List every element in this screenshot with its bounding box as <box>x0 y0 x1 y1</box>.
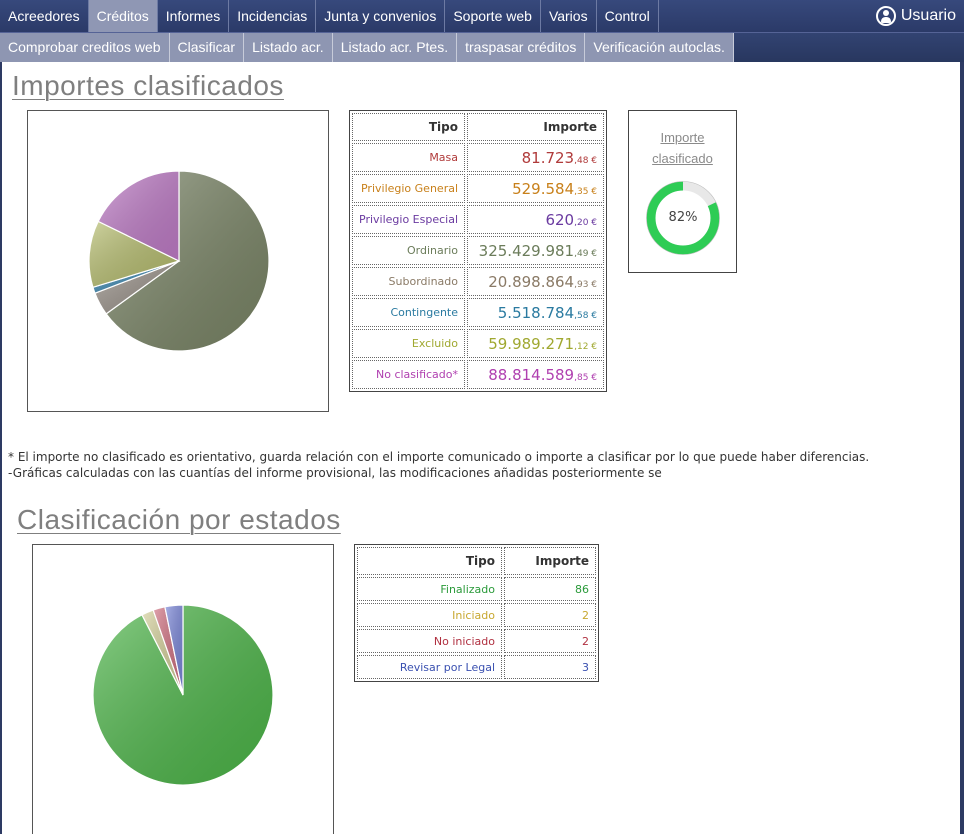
table-row: No iniciado 2 <box>357 629 596 653</box>
importes-pie-chart <box>88 170 270 352</box>
header-tipo: Tipo <box>357 547 502 575</box>
importe-whole: 81.723 <box>521 148 575 167</box>
top-nav-menu: Acreedores Créditos Informes Incidencias Jun… <box>0 0 964 32</box>
row-importe: 325.429.981,49 € <box>467 236 605 265</box>
importe-cents: ,20 € <box>574 217 598 228</box>
subnav-item-clasificar[interactable]: Clasificar <box>169 33 245 62</box>
row-label: No clasificado* <box>352 360 466 389</box>
importe-cents: ,35 € <box>574 186 598 197</box>
importes-table-header: Tipo Importe <box>352 113 605 141</box>
table-row: Iniciado 2 <box>357 603 596 627</box>
note-graficas: -Gráficas calculadas con las cuantías de… <box>8 466 662 480</box>
row-value: 2 <box>504 629 596 653</box>
estados-pie-chart <box>92 604 274 786</box>
table-row: Revisar por Legal 3 <box>357 655 596 679</box>
header-importe: Importe <box>504 547 596 575</box>
estados-pie-chart-box <box>32 544 334 834</box>
row-label: Ordinario <box>352 236 466 265</box>
sub-navigation-bar: Comprobar creditos web Clasificar Listado … <box>0 32 964 62</box>
table-row: Contingente 5.518.784,58 € <box>352 298 605 327</box>
importe-whole: 5.518.784 <box>497 303 575 322</box>
section-title-importes: Importes clasificados <box>12 70 284 101</box>
nav-item-junta-y-convenios[interactable]: Junta y convenios <box>316 0 446 32</box>
row-label: Iniciado <box>357 603 502 627</box>
subnav-item-comprobar-creditos-web[interactable]: Comprobar creditos web <box>0 33 170 62</box>
row-label: Contingente <box>352 298 466 327</box>
row-label: Finalizado <box>357 577 502 601</box>
table-row: Ordinario 325.429.981,49 € <box>352 236 605 265</box>
donut-percent-label: 82% <box>668 210 698 225</box>
row-label: Subordinado <box>352 267 466 296</box>
importe-whole: 88.814.589 <box>488 365 575 384</box>
nav-item-acreedores[interactable]: Acreedores <box>0 0 89 32</box>
table-row: No clasificado* 88.814.589,85 € <box>352 360 605 389</box>
row-importe: 5.518.784,58 € <box>467 298 605 327</box>
table-row: Masa 81.723,48 € <box>352 143 605 172</box>
nav-item-informes[interactable]: Informes <box>158 0 230 32</box>
row-value: 86 <box>504 577 596 601</box>
importe-cents: ,12 € <box>574 341 598 352</box>
row-label: Excluido <box>352 329 466 358</box>
estados-table: Tipo Importe Finalizado 86 Iniciado 2 No ini… <box>354 544 599 682</box>
importe-cents: ,93 € <box>574 279 598 290</box>
donut-title[interactable]: Importe clasificado <box>629 127 736 169</box>
row-value: 3 <box>504 655 596 679</box>
row-label: Privilegio General <box>352 174 466 203</box>
row-label: No iniciado <box>357 629 502 653</box>
table-row: Excluido 59.989.271,12 € <box>352 329 605 358</box>
row-importe: 59.989.271,12 € <box>467 329 605 358</box>
header-tipo: Tipo <box>352 113 466 141</box>
table-row: Finalizado 86 <box>357 577 596 601</box>
row-label: Masa <box>352 143 466 172</box>
row-label: Revisar por Legal <box>357 655 502 679</box>
top-navigation-bar: Acreedores Créditos Informes Incidencias Jun… <box>0 0 964 32</box>
table-row: Privilegio Especial 620,20 € <box>352 205 605 234</box>
importe-whole: 325.429.981 <box>478 241 575 260</box>
nav-item-control[interactable]: Control <box>597 0 659 32</box>
importe-cents: ,48 € <box>574 155 598 166</box>
importe-whole: 529.584 <box>512 179 575 198</box>
importes-pie-chart-box <box>27 110 329 412</box>
row-importe: 20.898.864,93 € <box>467 267 605 296</box>
nav-item-incidencias[interactable]: Incidencias <box>229 0 317 32</box>
importe-whole: 59.989.271 <box>488 334 575 353</box>
section-title-estados: Clasificación por estados <box>17 504 341 535</box>
header-importe: Importe <box>467 113 605 141</box>
subnav-item-listado-acr[interactable]: Listado acr. <box>244 33 333 62</box>
nav-item-soporte-web[interactable]: Soporte web <box>445 0 541 32</box>
note-no-clasificado: * El importe no clasificado es orientati… <box>8 450 870 464</box>
sub-nav-menu: Comprobar creditos web Clasificar Listado … <box>0 33 964 62</box>
estados-table-header: Tipo Importe <box>357 547 596 575</box>
importe-cents: ,49 € <box>574 248 598 259</box>
importe-cents: ,58 € <box>574 310 598 321</box>
importes-table: Tipo Importe Masa 81.723,48 € Privilegio G… <box>349 110 608 392</box>
user-menu[interactable]: Usuario <box>875 0 956 32</box>
user-label: Usuario <box>900 7 956 24</box>
importe-whole: 20.898.864 <box>488 272 575 291</box>
subnav-item-verificacion-autoclas[interactable]: Verificación autoclas. <box>585 33 734 62</box>
nav-item-varios[interactable]: Varios <box>541 0 597 32</box>
importe-cents: ,85 € <box>574 372 598 383</box>
row-importe: 81.723,48 € <box>467 143 605 172</box>
subnav-item-traspasar-creditos[interactable]: traspasar créditos <box>457 33 586 62</box>
row-label: Privilegio Especial <box>352 205 466 234</box>
row-value: 2 <box>504 603 596 627</box>
table-row: Subordinado 20.898.864,93 € <box>352 267 605 296</box>
user-icon <box>875 6 896 26</box>
row-importe: 529.584,35 € <box>467 174 605 203</box>
importe-clasificado-widget: Importe clasificado 82% <box>628 110 737 273</box>
table-row: Privilegio General 529.584,35 € <box>352 174 605 203</box>
row-importe: 88.814.589,85 € <box>467 360 605 389</box>
nav-item-creditos[interactable]: Créditos <box>88 0 158 32</box>
importe-whole: 620 <box>545 210 575 229</box>
main-content: Importes clasificados Tipo Importe Masa 8… <box>2 62 960 834</box>
row-importe: 620,20 € <box>467 205 605 234</box>
subnav-item-listado-acr-ptes[interactable]: Listado acr. Ptes. <box>332 33 458 62</box>
